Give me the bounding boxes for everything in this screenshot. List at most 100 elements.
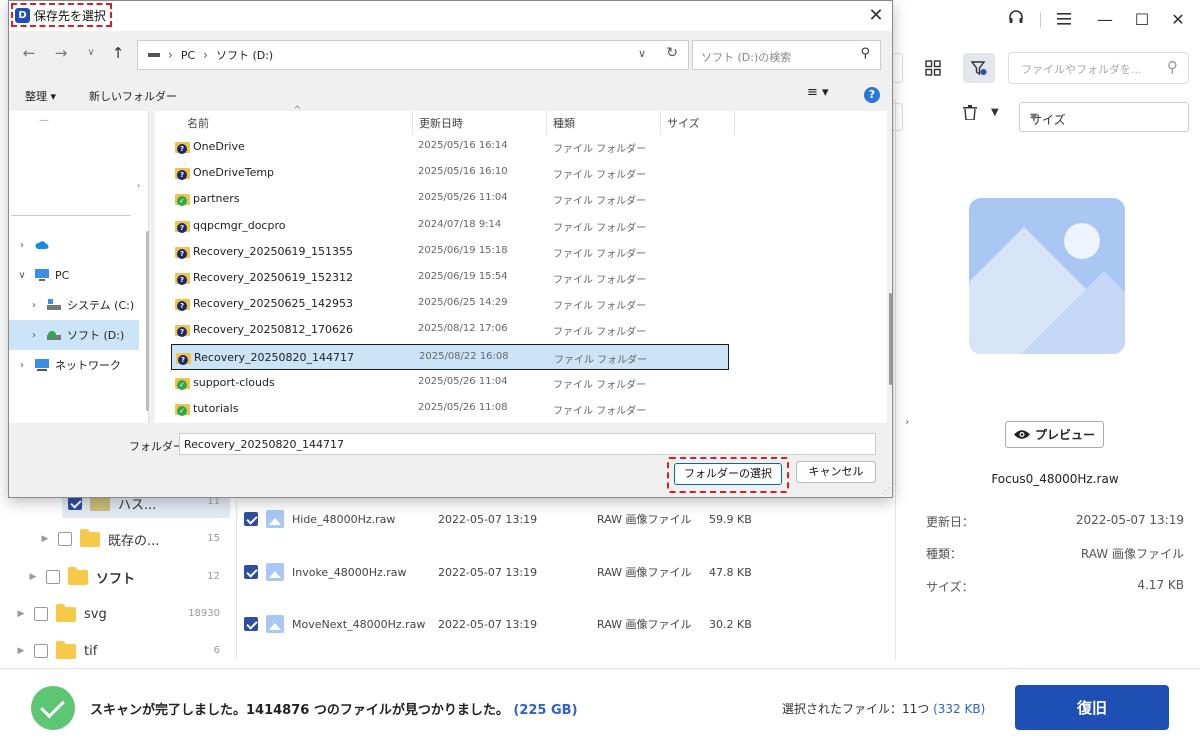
- nav-item-system-c[interactable]: › システム (C:): [9, 290, 139, 320]
- file-row[interactable]: Hide_48000Hz.raw 2022-05-07 13:19 RAW 画像…: [236, 493, 895, 545]
- meta-value: 4.17 KB: [1137, 578, 1184, 592]
- size-filter-select[interactable]: サイズ ▼: [1019, 102, 1189, 132]
- folder-row[interactable]: ? Recovery_20250820_144717 2025/08/22 16:0…: [171, 343, 729, 370]
- folder-row[interactable]: ✓ tutorials 2025/05/26 11:08 ファイル フォルダー: [171, 396, 729, 422]
- up-arrow-icon[interactable]: ↑: [108, 44, 128, 62]
- resize-grip-icon[interactable]: ⋰: [882, 486, 890, 495]
- pc-icon: [35, 269, 49, 281]
- search-icon[interactable]: ⚲: [860, 46, 870, 61]
- column-header-name[interactable]: 名前: [181, 111, 413, 135]
- navigation-pane: — › › ∨ PC › システム (C:) › ソフト (D:) › ネットワ…: [9, 111, 149, 423]
- breadcrumb-drive[interactable]: ソフト (D:): [216, 47, 273, 63]
- close-icon[interactable]: ✕: [866, 5, 886, 26]
- folder-type: ファイル フォルダー: [554, 354, 648, 366]
- list-scrollbar[interactable]: [889, 293, 892, 385]
- file-checkbox[interactable]: [244, 617, 258, 631]
- grid-view-icon[interactable]: [917, 53, 949, 83]
- dialog-search-input[interactable]: ソフト (D:)の検索 ⚲: [692, 40, 881, 70]
- column-header-type[interactable]: 種類: [547, 111, 661, 135]
- chevron-right-icon[interactable]: ›: [168, 48, 173, 62]
- chevron-right-icon[interactable]: ▶: [14, 609, 28, 619]
- file-search-input[interactable]: ファイルやフォルダを... ⚲: [1008, 52, 1189, 84]
- chevron-right-icon[interactable]: ›: [137, 181, 140, 190]
- file-row[interactable]: Invoke_48000Hz.raw 2022-05-07 13:19 RAW …: [236, 546, 895, 598]
- cancel-button[interactable]: キャンセル: [796, 461, 876, 483]
- tree-checkbox[interactable]: [46, 570, 60, 584]
- preview-divider: [895, 100, 896, 660]
- recent-chevron-icon[interactable]: ∨: [81, 47, 101, 58]
- tree-checkbox[interactable]: [34, 607, 48, 621]
- trash-icon[interactable]: [963, 105, 977, 124]
- file-name: Invoke_48000Hz.raw: [292, 565, 407, 579]
- forward-arrow-icon[interactable]: →: [51, 44, 71, 62]
- nav-item-label: PC: [55, 268, 70, 282]
- folder-icon: ?: [175, 271, 191, 285]
- folder-name-input[interactable]: Recovery_20250820_144717: [179, 433, 876, 455]
- maximize-button[interactable]: ☐: [1131, 9, 1153, 31]
- folder-row[interactable]: ? OneDriveTemp 2025/05/16 16:10 ファイル フォルダー: [171, 160, 729, 186]
- trash-dropdown-icon[interactable]: ▼: [991, 107, 999, 118]
- back-arrow-icon[interactable]: ←: [19, 44, 39, 62]
- chevron-right-icon[interactable]: ▶: [14, 646, 28, 656]
- column-header-size[interactable]: サイズ: [661, 111, 735, 135]
- filter-icon[interactable]: [963, 53, 995, 83]
- chevron-right-icon[interactable]: ›: [21, 330, 47, 341]
- recover-button[interactable]: 復旧: [1015, 685, 1169, 730]
- address-bar[interactable]: › PC › ソフト (D:) ∨ ↻: [137, 40, 689, 70]
- dialog-title: 保存先を選択: [34, 8, 107, 23]
- sync-pending-icon: ?: [177, 222, 187, 233]
- folder-type: ファイル フォルダー: [553, 301, 647, 313]
- file-checkbox[interactable]: [244, 512, 258, 526]
- folder-row[interactable]: ? Recovery_20250619_152312 2025/06/19 15:5…: [171, 265, 729, 291]
- minimize-button[interactable]: —: [1094, 9, 1116, 31]
- chevron-down-icon: ▼: [1030, 112, 1038, 123]
- folder-date: 2024/07/18 9:14: [418, 218, 502, 230]
- selected-count: 選択されたファイル：11つ: [782, 702, 930, 716]
- file-row[interactable]: MoveNext_48000Hz.raw 2022-05-07 13:19 RA…: [236, 598, 895, 650]
- chevron-right-icon[interactable]: ▶: [38, 534, 52, 544]
- help-icon[interactable]: ?: [864, 87, 880, 103]
- nav-item-pc[interactable]: ∨ PC: [9, 260, 139, 290]
- nav-scrollbar[interactable]: [146, 231, 149, 411]
- address-dropdown-icon[interactable]: ∨: [638, 47, 646, 60]
- column-header-date[interactable]: 更新日時: [413, 111, 547, 135]
- chevron-right-icon[interactable]: ›: [203, 48, 208, 62]
- chevron-down-icon[interactable]: ∨: [9, 270, 35, 281]
- tree-checkbox[interactable]: [34, 644, 48, 658]
- chevron-right-icon[interactable]: ›: [9, 360, 35, 371]
- chevron-right-icon[interactable]: ›: [905, 415, 909, 428]
- tree-checkbox[interactable]: [58, 532, 72, 546]
- nav-item-network[interactable]: › ネットワーク: [9, 350, 139, 380]
- chevron-right-icon[interactable]: ›: [9, 240, 35, 251]
- titlebar-separator: [1040, 12, 1041, 28]
- folder-row[interactable]: ✓ partners 2025/05/26 11:04 ファイル フォルダー: [171, 186, 729, 212]
- folder-date: 2025/06/25 14:29: [418, 297, 508, 309]
- folder-row[interactable]: ? Recovery_20250619_151355 2025/06/19 15:1…: [171, 239, 729, 265]
- nav-item-soft-d[interactable]: › ソフト (D:): [9, 320, 139, 350]
- folder-row[interactable]: ? qqpcmgr_docpro 2024/07/18 9:14 ファイル フォルダー: [171, 213, 729, 239]
- close-app-button[interactable]: ✕: [1167, 9, 1189, 31]
- hamburger-menu-icon[interactable]: [1053, 9, 1075, 31]
- headset-icon[interactable]: [1005, 9, 1027, 31]
- new-folder-button[interactable]: 新しいフォルダー: [89, 88, 177, 104]
- tree-checkbox[interactable]: [68, 496, 82, 510]
- chevron-right-icon[interactable]: ›: [21, 300, 47, 311]
- breadcrumb-pc[interactable]: PC: [181, 49, 195, 62]
- chevron-right-icon[interactable]: ▶: [26, 572, 40, 582]
- file-name: MoveNext_48000Hz.raw: [292, 617, 426, 631]
- folder-row[interactable]: ? OneDrive 2025/05/16 16:14 ファイル フォルダー: [171, 134, 729, 160]
- refresh-icon[interactable]: ↻: [666, 45, 678, 61]
- folder-row[interactable]: ✓ support-clouds 2025/05/26 11:04 ファイル フォルダ…: [171, 370, 729, 396]
- view-options-icon[interactable]: ≡ ▾: [807, 85, 829, 100]
- select-folder-button[interactable]: フォルダーの選択: [674, 463, 782, 485]
- search-icon[interactable]: ⚲: [1167, 58, 1178, 76]
- meta-value: RAW 画像ファイル: [1080, 547, 1184, 561]
- file-checkbox[interactable]: [244, 565, 258, 579]
- organize-menu[interactable]: 整理 ▾: [25, 88, 56, 104]
- nav-item-onedrive[interactable]: ›: [9, 230, 139, 260]
- folder-icon: ?: [175, 245, 191, 259]
- preview-button[interactable]: プレビュー: [1005, 421, 1104, 448]
- folder-row[interactable]: ? Recovery_20250625_142953 2025/06/25 14:2…: [171, 291, 729, 317]
- search-placeholder: ファイルやフォルダを...: [1021, 63, 1142, 76]
- folder-row[interactable]: ? Recovery_20250812_170626 2025/08/12 17:0…: [171, 317, 729, 343]
